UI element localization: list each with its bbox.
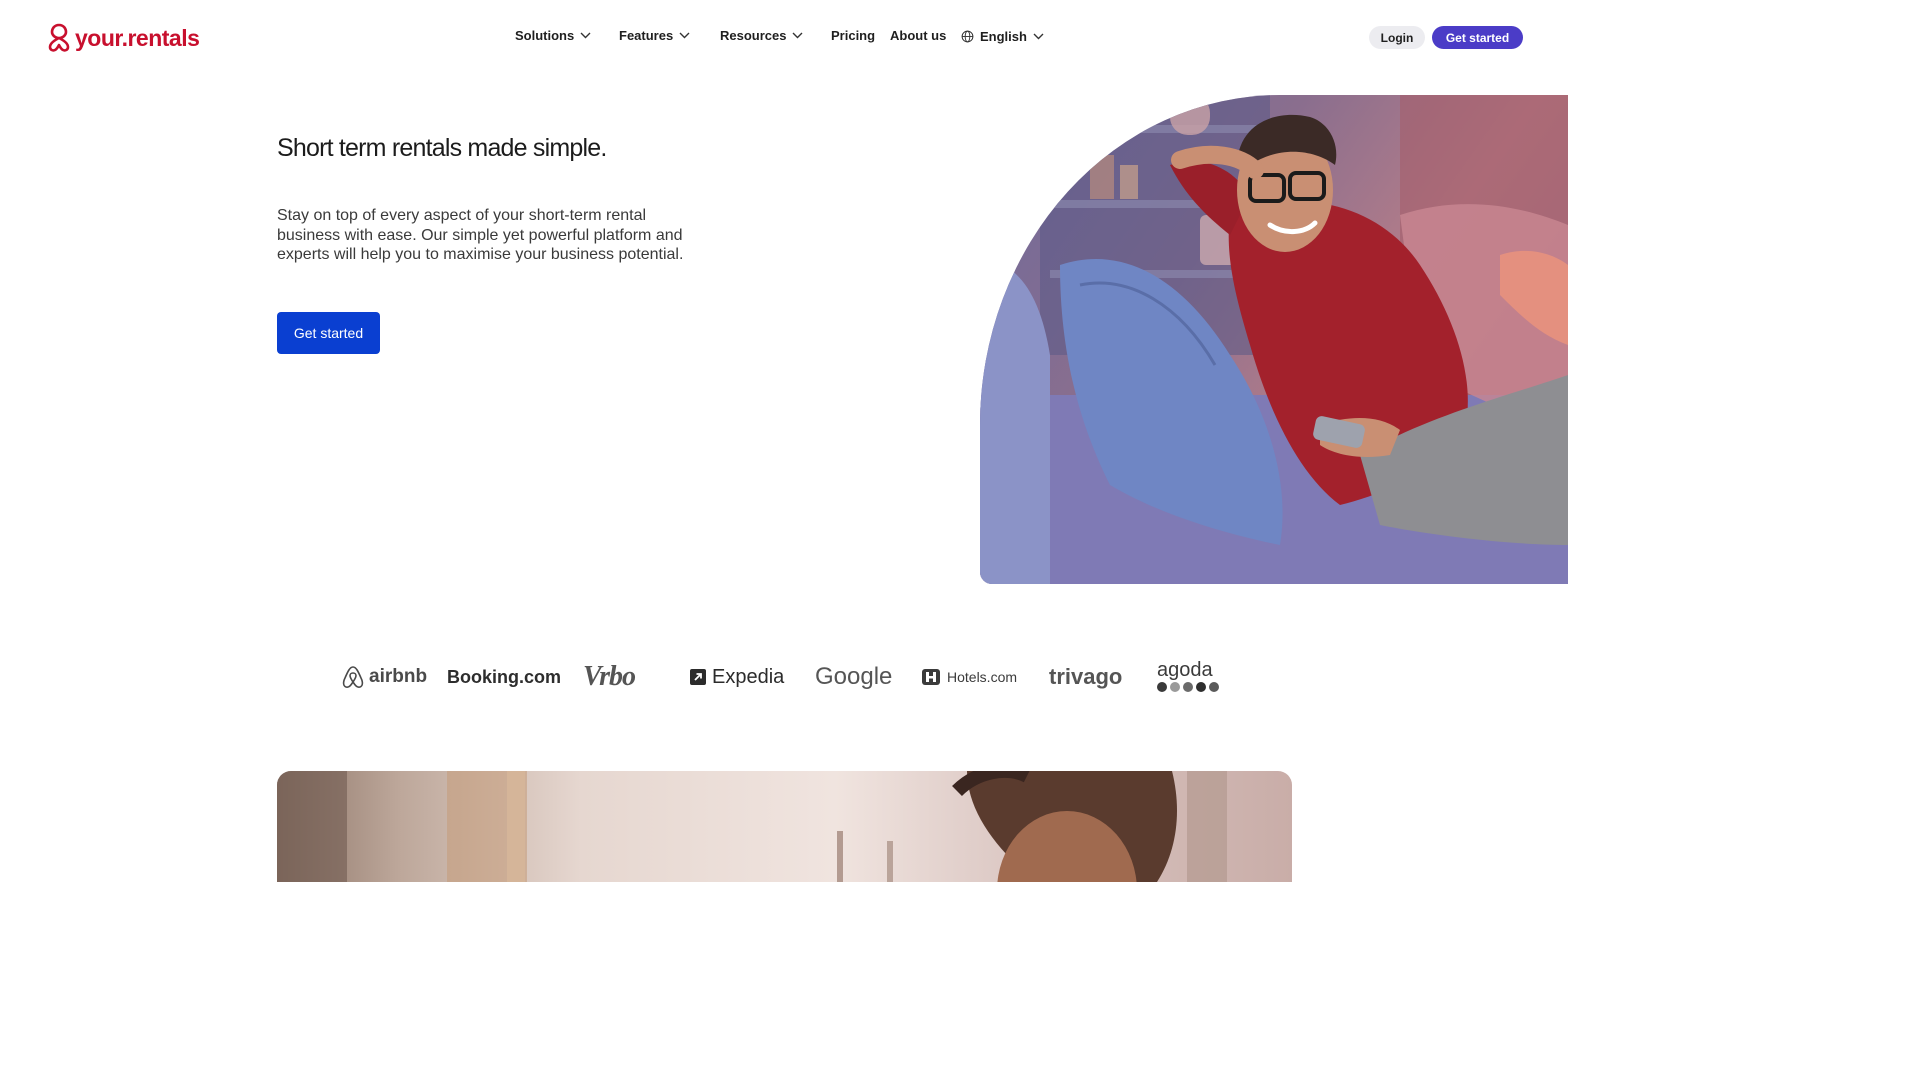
partner-airbnb-label: airbnb [369,666,428,687]
expedia-icon [690,669,706,685]
partner-trivago: trivago [1049,660,1122,694]
nav-features[interactable]: Features [619,28,690,43]
globe-icon [961,30,974,43]
partner-hotels: Hotels.com [921,660,1017,694]
hero-photo-illustration [980,95,1568,584]
hero-image [980,95,1568,584]
feature-image [277,771,1292,882]
chevron-down-icon [580,32,591,39]
nav-pricing[interactable]: Pricing [831,28,875,43]
chevron-down-icon [1033,33,1044,40]
nav-solutions-label: Solutions [515,28,575,43]
partner-expedia-label: Expedia [712,665,785,688]
partner-google: Google [815,660,892,694]
hero-title: Short term rentals made simple. [277,134,607,162]
your-rentals-logo-icon [48,23,70,52]
partner-airbnb: airbnb [341,660,427,694]
language-selector[interactable]: English [961,29,1044,44]
hotels-icon [922,669,940,685]
login-button[interactable]: Login [1369,26,1425,49]
chevron-down-icon [792,32,803,39]
agoda-dots [1157,682,1219,692]
logo-link[interactable]: your.rentals [47,23,200,53]
partner-agoda-label: agoda [1157,659,1213,681]
partner-expedia: Expedia [689,660,784,694]
nav-about-us[interactable]: About us [890,28,946,43]
partner-booking-label: Booking.com [447,666,562,687]
partner-vrbo-label: Vrbo [583,661,636,692]
hero-get-started-button[interactable]: Get started [277,312,380,354]
nav-solutions[interactable]: Solutions [515,28,591,43]
partner-vrbo: Vrbo [583,660,636,694]
site-header: your.rentals Solutions Features Resource… [0,0,1568,74]
nav-features-label: Features [619,28,674,43]
header-get-started-button[interactable]: Get started [1432,26,1523,49]
nav-resources-label: Resources [720,28,787,43]
nav-about-us-label: About us [890,28,947,43]
partner-trivago-label: trivago [1049,664,1123,689]
partner-logos: airbnb Booking.com Vrbo Expedia Google H… [0,660,1568,694]
airbnb-icon [342,666,364,688]
partner-hotels-label: Hotels.com [947,669,1018,685]
nav-pricing-label: Pricing [831,28,876,43]
partner-agoda: agoda [1157,660,1219,694]
partner-booking: Booking.com [447,660,561,694]
hero-description: Stay on top of every aspect of your shor… [277,207,684,263]
feature-photo-illustration [277,771,1227,882]
partner-google-label: Google [815,663,893,690]
language-label: English [980,29,1027,44]
nav-resources[interactable]: Resources [720,28,803,43]
logo-text: your.rentals [75,24,200,51]
chevron-down-icon [679,32,690,39]
